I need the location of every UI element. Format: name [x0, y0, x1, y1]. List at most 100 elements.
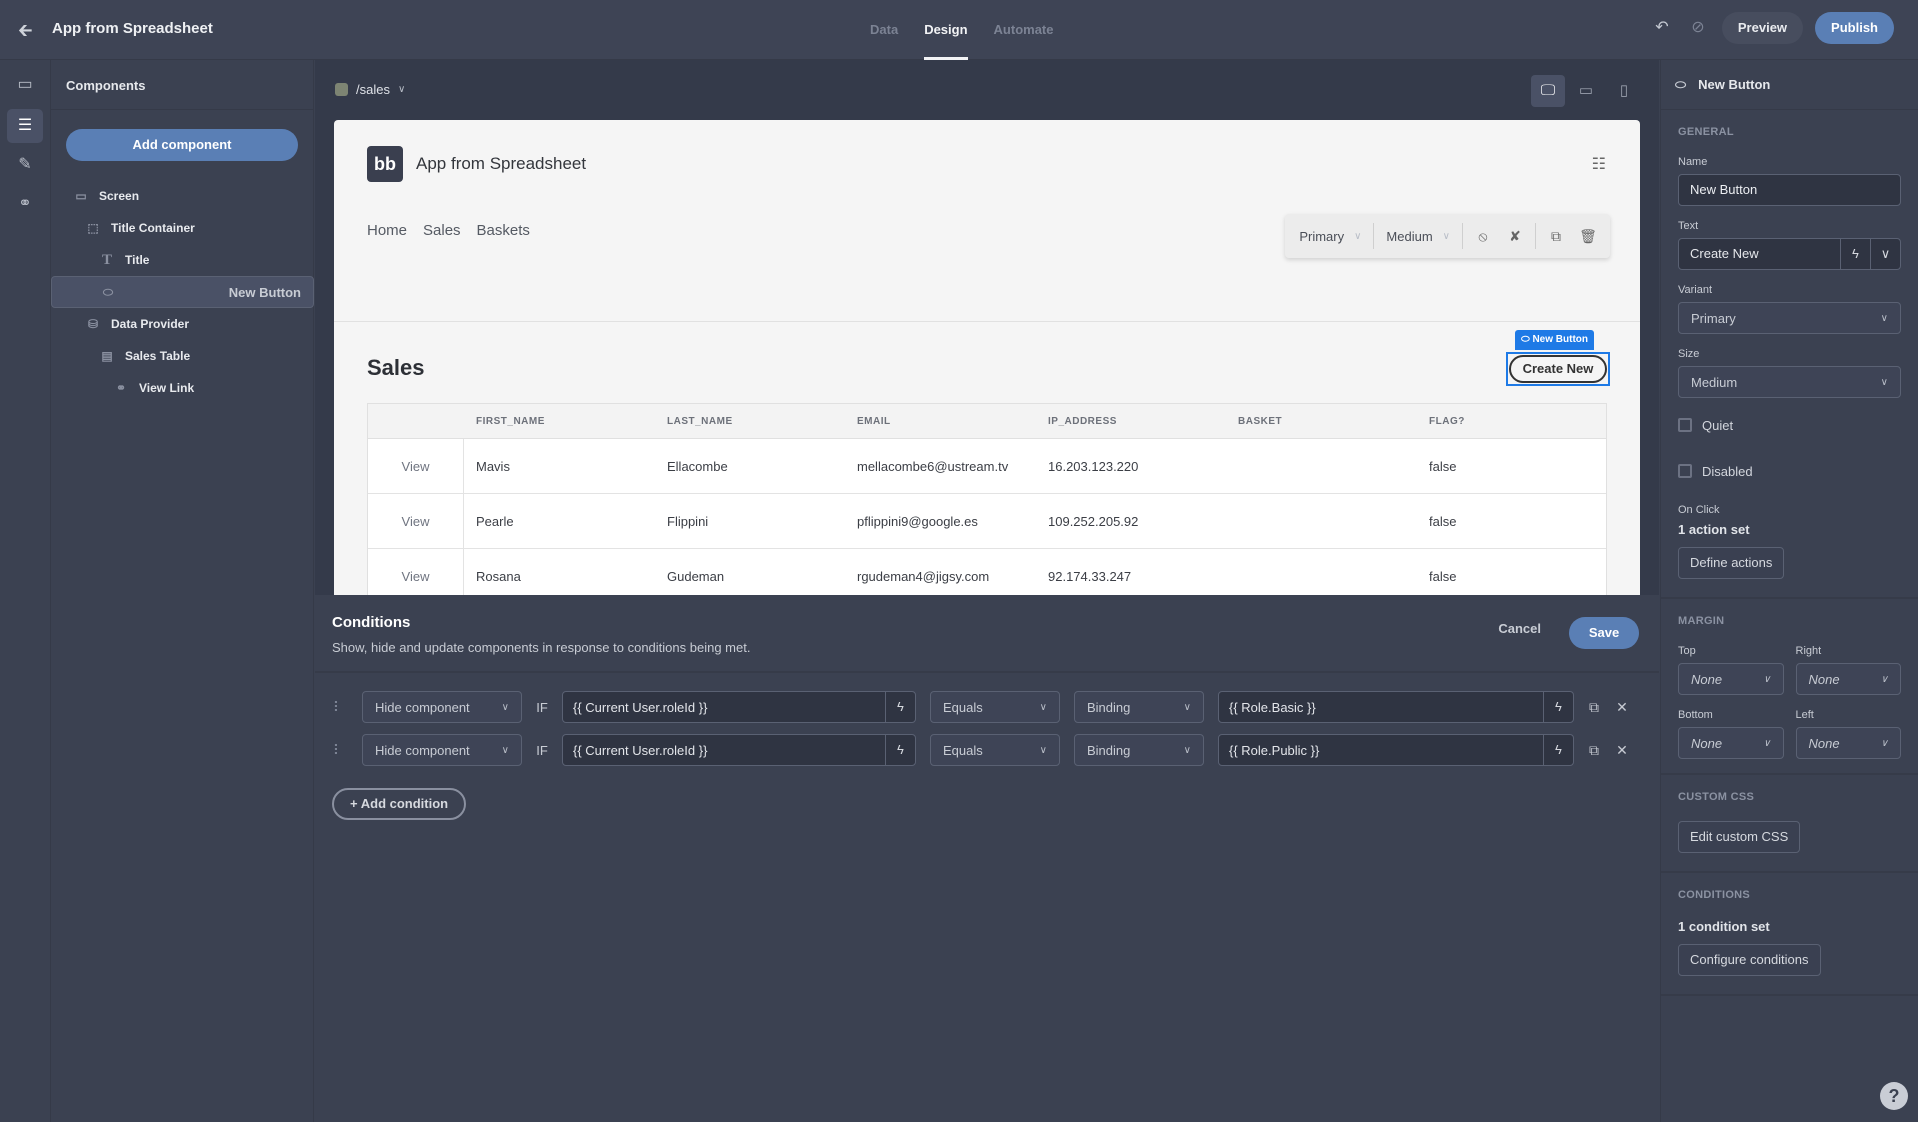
- duplicate-icon[interactable]: ⧉: [1580, 742, 1608, 759]
- size-select[interactable]: Medium ∨: [1382, 229, 1454, 244]
- selected-component-tag: ⬭ New Button: [1515, 330, 1594, 350]
- view-link[interactable]: View: [368, 549, 464, 595]
- settings-header: ⬭ New Button: [1661, 60, 1918, 110]
- mobile-icon[interactable]: ▯: [1607, 75, 1641, 107]
- arrow-left-icon[interactable]: 🡰: [18, 20, 38, 40]
- col-flag[interactable]: FLAG?: [1417, 416, 1557, 427]
- chevron-down-icon: ∨: [1880, 312, 1888, 324]
- define-actions-button[interactable]: Define actions: [1678, 547, 1785, 579]
- tree-item-data-provider[interactable]: ⛁ Data Provider: [51, 308, 314, 340]
- type-select[interactable]: Binding ∨: [1074, 691, 1204, 723]
- tree-item-screen[interactable]: ▭ Screen: [51, 180, 314, 212]
- lightning-icon[interactable]: ϟ: [1840, 239, 1870, 269]
- duplicate-icon[interactable]: ⧉: [1544, 228, 1568, 245]
- tablet-icon[interactable]: ▭: [1569, 75, 1603, 107]
- type-select[interactable]: Binding ∨: [1074, 734, 1204, 766]
- action-select[interactable]: Hide component ∨: [362, 734, 522, 766]
- conditions-title: Conditions: [332, 614, 411, 631]
- chevron-down-icon: ∨: [501, 701, 509, 713]
- margin-top-select[interactable]: None ∨: [1678, 663, 1784, 695]
- save-button[interactable]: Save: [1569, 617, 1639, 649]
- divider: [1373, 223, 1375, 249]
- eye-off-icon[interactable]: ⦸: [1471, 228, 1495, 245]
- grid-menu-icon[interactable]: ☷: [1592, 154, 1606, 174]
- variant-select[interactable]: Primary ∨: [1295, 229, 1365, 244]
- table-header: FIRST_NAME LAST_NAME EMAIL IP_ADDRESS BA…: [368, 404, 1606, 439]
- margin-left-select[interactable]: None ∨: [1795, 727, 1901, 759]
- undo-icon[interactable]: ↶: [1650, 16, 1674, 40]
- size-select[interactable]: Medium ∨: [1678, 366, 1901, 398]
- col-email[interactable]: EMAIL: [845, 416, 1036, 427]
- tree-item-sales-table[interactable]: ▤ Sales Table: [51, 340, 314, 372]
- nav-rail: ▭ ☰ ✎ ⚭: [0, 60, 51, 1122]
- add-component-button[interactable]: Add component: [66, 129, 298, 161]
- edit-off-icon[interactable]: ✘: [1503, 228, 1527, 245]
- tab-automate[interactable]: Automate: [994, 0, 1054, 60]
- publish-button[interactable]: Publish: [1815, 12, 1894, 44]
- help-icon[interactable]: ?: [1880, 1082, 1908, 1110]
- components-list-icon[interactable]: ☰: [7, 109, 43, 143]
- checkbox-box[interactable]: [1678, 418, 1692, 432]
- text-input[interactable]: Create New ϟ ∨: [1678, 238, 1901, 270]
- nav-home[interactable]: Home: [367, 222, 407, 239]
- reference-value-input[interactable]: {{ Role.Basic }} ϟ: [1218, 691, 1574, 723]
- add-condition-button[interactable]: + Add condition: [332, 788, 467, 820]
- onclick-status: 1 action set: [1678, 522, 1750, 537]
- close-icon[interactable]: ✕: [1608, 699, 1636, 716]
- view-link[interactable]: View: [368, 494, 464, 548]
- tab-design[interactable]: Design: [924, 0, 968, 60]
- cancel-button[interactable]: Cancel: [1498, 621, 1541, 636]
- operator-select[interactable]: Equals ∨: [930, 691, 1060, 723]
- name-input[interactable]: New Button: [1678, 174, 1901, 206]
- margin-bottom-select[interactable]: None ∨: [1678, 727, 1784, 759]
- condition-value-input[interactable]: {{ Current User.roleId }} ϟ: [562, 734, 916, 766]
- action-select[interactable]: Hide component ∨: [362, 691, 522, 723]
- paintbrush-icon[interactable]: ✎: [7, 148, 43, 182]
- condition-value-input[interactable]: {{ Current User.roleId }} ϟ: [562, 691, 916, 723]
- preview-button[interactable]: Preview: [1721, 12, 1804, 44]
- nav-sales[interactable]: Sales: [423, 222, 461, 239]
- trash-icon[interactable]: 🗑: [1576, 228, 1600, 245]
- view-link[interactable]: View: [368, 439, 464, 493]
- tree-item-title-container[interactable]: ⬚ Title Container: [51, 212, 314, 244]
- tree-item-view-link[interactable]: ⚭ View Link: [51, 372, 314, 404]
- desktop-icon[interactable]: 🖵: [1531, 75, 1565, 107]
- tab-data[interactable]: Data: [870, 0, 898, 60]
- col-last-name[interactable]: LAST_NAME: [655, 416, 845, 427]
- checkbox-box[interactable]: [1678, 464, 1692, 478]
- screen-icon[interactable]: ▭: [7, 68, 43, 102]
- component-tree: ▭ Screen ⬚ Title Container T Title ⬭ New But…: [51, 180, 314, 404]
- margin-right-select[interactable]: None ∨: [1795, 663, 1901, 695]
- tree-item-new-button[interactable]: ⬭ New Button: [51, 276, 314, 308]
- col-first-name[interactable]: FIRST_NAME: [464, 416, 655, 427]
- tree-item-title[interactable]: T Title: [51, 244, 314, 276]
- col-ip-address[interactable]: IP_ADDRESS: [1036, 416, 1226, 427]
- no-version-icon[interactable]: ⊘: [1686, 16, 1710, 40]
- configure-conditions-button[interactable]: Configure conditions: [1678, 944, 1821, 976]
- drag-handle-icon[interactable]: ⠇: [332, 742, 344, 759]
- create-new-button[interactable]: Create New: [1506, 352, 1610, 386]
- operator-select[interactable]: Equals ∨: [930, 734, 1060, 766]
- close-icon[interactable]: ✕: [1608, 742, 1636, 759]
- lightning-icon[interactable]: ϟ: [1543, 735, 1573, 765]
- conditions-description: Show, hide and update components in resp…: [332, 640, 751, 655]
- page-heading: Sales: [367, 355, 425, 380]
- disabled-checkbox[interactable]: Disabled: [1678, 458, 1901, 484]
- quiet-checkbox[interactable]: Quiet: [1678, 412, 1901, 438]
- col-basket[interactable]: BASKET: [1226, 416, 1417, 427]
- nav-baskets[interactable]: Baskets: [477, 222, 530, 239]
- lightning-icon[interactable]: ϟ: [885, 692, 915, 722]
- route-selector[interactable]: /sales ∨: [335, 82, 405, 97]
- lightning-icon[interactable]: ϟ: [1543, 692, 1573, 722]
- chevron-down-icon: ∨: [1442, 230, 1450, 242]
- lightning-icon[interactable]: ϟ: [885, 735, 915, 765]
- reference-value-input[interactable]: {{ Role.Public }} ϟ: [1218, 734, 1574, 766]
- link-icon[interactable]: ⚭: [7, 187, 43, 221]
- chevron-down-icon[interactable]: ∨: [1870, 239, 1900, 269]
- sales-table: FIRST_NAME LAST_NAME EMAIL IP_ADDRESS BA…: [367, 403, 1607, 595]
- edit-custom-css-button[interactable]: Edit custom CSS: [1678, 821, 1801, 853]
- duplicate-icon[interactable]: ⧉: [1580, 699, 1608, 716]
- variant-select[interactable]: Primary ∨: [1678, 302, 1901, 334]
- chevron-down-icon: ∨: [1763, 737, 1771, 749]
- drag-handle-icon[interactable]: ⠇: [332, 699, 344, 716]
